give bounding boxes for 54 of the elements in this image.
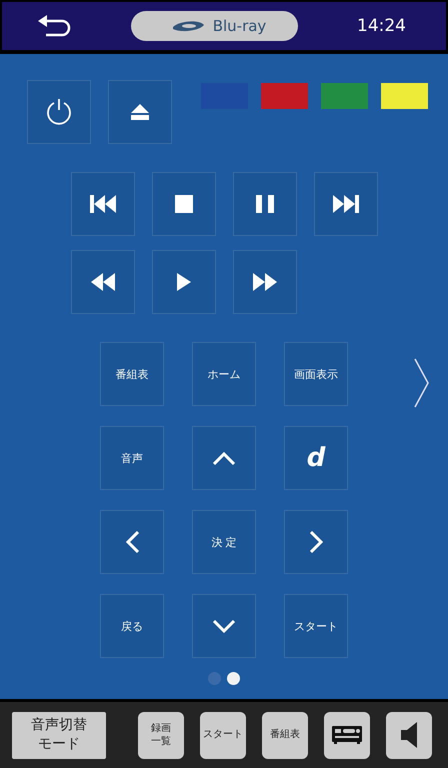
- right-chevron-icon: [310, 531, 322, 553]
- down-chevron-icon: [213, 620, 235, 632]
- left-chevron-icon: [126, 531, 138, 553]
- remote-button[interactable]: 番組表: [100, 342, 164, 406]
- stop-icon: [175, 195, 193, 213]
- d-button[interactable]: d: [284, 426, 348, 490]
- page-dot[interactable]: [227, 672, 240, 685]
- left-button[interactable]: [100, 510, 164, 574]
- receiver-icon: [332, 726, 362, 744]
- remote-button[interactable]: スタート: [284, 594, 348, 658]
- shortcut-button[interactable]: 番組表: [262, 712, 308, 758]
- rewind-icon: [91, 273, 115, 291]
- stop-button[interactable]: [152, 172, 216, 236]
- color-button[interactable]: [381, 83, 428, 109]
- power-icon: [46, 98, 72, 126]
- down-button[interactable]: [192, 594, 256, 658]
- up-chevron-icon: [213, 452, 235, 464]
- next-button[interactable]: [314, 172, 378, 236]
- color-button[interactable]: [261, 83, 308, 109]
- next-page-button[interactable]: [414, 358, 430, 408]
- eject-button[interactable]: [108, 80, 172, 144]
- pause-button[interactable]: [233, 172, 297, 236]
- receiver-button[interactable]: [324, 712, 370, 758]
- skip-forward-icon: [333, 195, 359, 213]
- disc-logo-icon: [170, 19, 205, 33]
- shortcut-button[interactable]: スタート: [200, 712, 246, 758]
- back-button[interactable]: [38, 15, 72, 37]
- power-button[interactable]: [27, 80, 91, 144]
- page-dot[interactable]: [208, 672, 221, 685]
- remote-button[interactable]: 決 定: [192, 510, 256, 574]
- skip-back-icon: [90, 195, 116, 213]
- color-button[interactable]: [321, 83, 368, 109]
- speaker-button[interactable]: [386, 712, 432, 758]
- source-button[interactable]: Blu-ray: [130, 11, 298, 41]
- clock-time: 14:24: [357, 16, 406, 36]
- right-button[interactable]: [284, 510, 348, 574]
- speaker-icon: [401, 722, 417, 748]
- play-button[interactable]: [152, 250, 216, 314]
- rewind-button[interactable]: [71, 250, 135, 314]
- pause-icon: [256, 195, 274, 213]
- remote-button[interactable]: 戻る: [100, 594, 164, 658]
- remote-button[interactable]: ホーム: [192, 342, 256, 406]
- right-chevron-icon: [414, 358, 430, 408]
- up-button[interactable]: [192, 426, 256, 490]
- remote-button[interactable]: 音声: [100, 426, 164, 490]
- remote-button[interactable]: 画面表示: [284, 342, 348, 406]
- audio-mode-button[interactable]: 音声切替モード: [12, 712, 106, 758]
- fast-forward-icon: [253, 273, 277, 291]
- play-icon: [177, 273, 191, 291]
- forward-button[interactable]: [233, 250, 297, 314]
- shortcut-button[interactable]: 録画一覧: [138, 712, 184, 758]
- back-icon: [38, 15, 72, 37]
- previous-button[interactable]: [71, 172, 135, 236]
- eject-icon: [131, 104, 149, 120]
